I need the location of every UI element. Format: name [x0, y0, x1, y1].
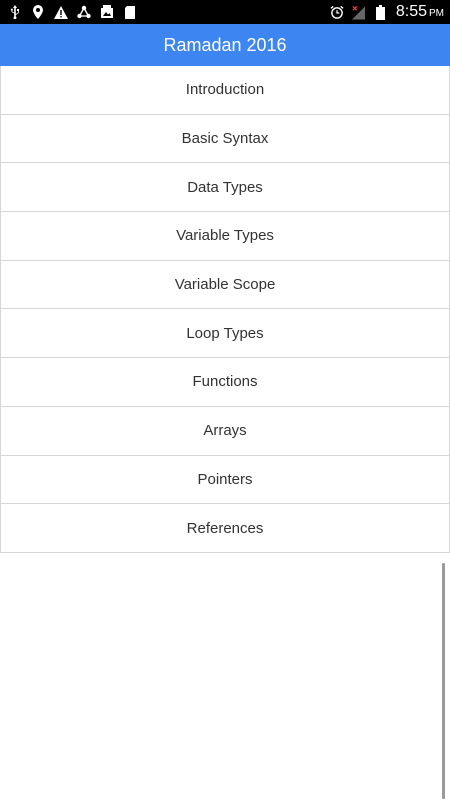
no-signal-icon [351, 5, 366, 19]
clock-ampm: PM [429, 8, 444, 19]
scrollbar[interactable] [442, 563, 445, 799]
list-item-label: Variable Scope [174, 276, 276, 294]
list-item-basic-syntax[interactable]: Basic Syntax [0, 114, 450, 164]
list-item-arrays[interactable]: Arrays [0, 406, 450, 456]
status-bar-system: 8:55 PM [330, 0, 444, 24]
list-item-introduction[interactable]: Introduction [0, 66, 450, 115]
list-item-label: Arrays [203, 422, 247, 440]
sd-card-icon [123, 5, 137, 19]
status-clock: 8:55 PM [396, 3, 444, 21]
warning-icon [54, 5, 68, 19]
photo-icon [100, 5, 114, 19]
list-item-variable-types[interactable]: Variable Types [0, 212, 450, 261]
list-item-label: Pointers [197, 470, 253, 488]
list-item-label: References [186, 519, 264, 537]
topic-list: Introduction Basic Syntax Data Types Var… [0, 66, 450, 553]
usb-icon [8, 5, 22, 19]
list-item-label: Loop Types [186, 324, 264, 342]
list-item-variable-scope[interactable]: Variable Scope [0, 260, 450, 310]
alarm-icon [330, 5, 344, 19]
location-icon [31, 5, 45, 19]
app-title: Ramadan 2016 [163, 34, 287, 55]
status-bar-notifications [8, 0, 137, 24]
list-item-label: Introduction [185, 81, 265, 99]
list-item-functions[interactable]: Functions [0, 358, 450, 407]
list-item-label: Functions [192, 373, 258, 391]
list-item-label: Variable Types [176, 227, 274, 245]
list-item-data-types[interactable]: Data Types [0, 163, 450, 213]
battery-icon [374, 4, 388, 20]
list-item-label: Basic Syntax [181, 130, 269, 148]
app-bar: Ramadan 2016 [0, 24, 450, 66]
list-item-references[interactable]: References [0, 504, 450, 553]
share-icon [77, 5, 91, 19]
status-bar: 8:55 PM [0, 0, 450, 24]
list-item-loop-types[interactable]: Loop Types [0, 309, 450, 359]
clock-time: 8:55 [395, 3, 427, 20]
list-item-label: Data Types [187, 178, 263, 196]
list-item-pointers[interactable]: Pointers [0, 455, 450, 505]
